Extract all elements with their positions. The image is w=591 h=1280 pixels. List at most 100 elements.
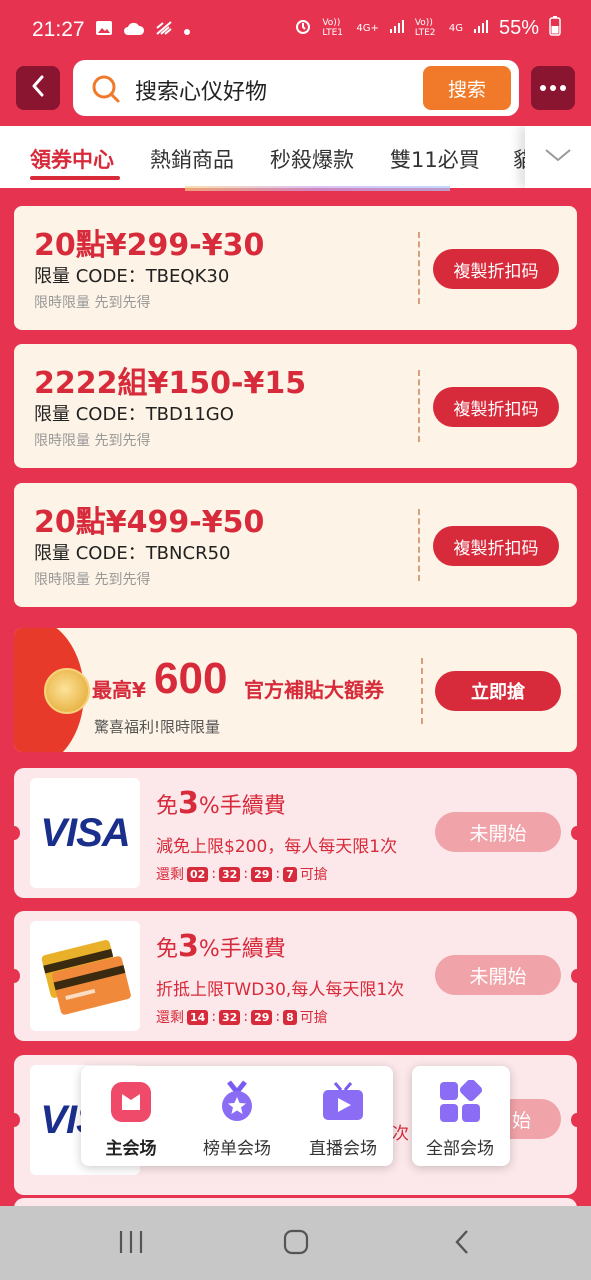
coupon-code: 限量 CODE：TBD11GO bbox=[34, 404, 234, 425]
timer-minutes: 32 bbox=[219, 1009, 241, 1025]
offer-title: 免3%手續費 bbox=[156, 786, 286, 821]
battery-icon bbox=[549, 16, 561, 40]
active-tab-indicator bbox=[30, 176, 120, 180]
more-dot bbox=[560, 85, 566, 91]
cloud-icon bbox=[123, 19, 145, 41]
offer-description: 減免上限$200，每人每天限1次 bbox=[156, 837, 398, 857]
timer-tenths: 8 bbox=[283, 1009, 297, 1025]
coin-icon bbox=[44, 668, 90, 714]
chevron-left-icon bbox=[30, 75, 46, 101]
wifi-off-icon bbox=[155, 19, 173, 41]
more-dot bbox=[540, 85, 546, 91]
offer-title: 免3%手續費 bbox=[156, 929, 286, 964]
back-nav-icon[interactable] bbox=[452, 1228, 472, 1260]
status-bar: 21:27 Vo)) LTE1 4G+ Vo)) LTE2 4G 55% bbox=[0, 0, 591, 60]
payment-offer-card: VISA 免3%手續費 減免上限$200，每人每天限1次 還剩 02: 32: … bbox=[8, 768, 583, 898]
timer-seconds: 29 bbox=[251, 866, 273, 882]
search-input[interactable]: 搜索心仪好物 bbox=[135, 74, 267, 106]
promo-suffix: 官方補貼大額券 bbox=[244, 678, 384, 702]
offer-description: 折抵上限TWD30,每人每天限1次 bbox=[156, 980, 405, 1000]
offer-title-suffix: %手續費 bbox=[198, 794, 286, 819]
coupon-divider bbox=[418, 232, 420, 304]
sim1-label: Vo)) LTE1 bbox=[322, 18, 344, 38]
coupon-title: 2222組¥150-¥15 bbox=[34, 366, 307, 401]
tv-home-icon bbox=[109, 1080, 153, 1124]
more-dot bbox=[550, 85, 556, 91]
credit-cards-icon bbox=[30, 921, 140, 1031]
copy-code-button[interactable]: 複製折扣码 bbox=[433, 249, 559, 289]
timer-seconds: 29 bbox=[251, 1009, 273, 1025]
live-tv-icon bbox=[321, 1080, 365, 1124]
visa-logo: VISA bbox=[30, 778, 140, 888]
venue-nav: 主会场 榜单会场 直播会场 bbox=[81, 1066, 393, 1166]
promo-subtitle: 驚喜福利!限時限量 bbox=[94, 718, 221, 736]
countdown-timer: 還剩 14: 32: 29: 8 可搶 bbox=[156, 1009, 328, 1026]
timer-minutes: 32 bbox=[219, 866, 241, 882]
sim2-label: Vo)) LTE2 bbox=[414, 18, 436, 38]
coupon-title: 20點¥499-¥50 bbox=[34, 505, 265, 540]
chevron-down-icon bbox=[544, 147, 572, 167]
payment-offer-card: 免3%手續費 折抵上限TWD30,每人每天限1次 還剩 14: 32: 29: … bbox=[8, 911, 583, 1041]
nav-label: 直播会场 bbox=[309, 1139, 377, 1159]
not-started-button[interactable]: 未開始 bbox=[435, 812, 561, 852]
not-started-button[interactable]: 未開始 bbox=[435, 955, 561, 995]
status-icons bbox=[95, 19, 191, 41]
coupon-note: 限時限量 先到先得 bbox=[34, 572, 151, 588]
more-button[interactable] bbox=[531, 66, 575, 110]
battery-percent: 55% bbox=[498, 16, 539, 39]
offer-title-prefix: 免 bbox=[156, 937, 179, 962]
ticket-notch bbox=[8, 969, 20, 983]
status-time: 21:27 bbox=[32, 18, 85, 41]
nav-label: 全部会场 bbox=[426, 1139, 494, 1159]
copy-code-button[interactable]: 複製折扣码 bbox=[433, 387, 559, 427]
ticket-notch bbox=[8, 1113, 20, 1127]
back-button[interactable] bbox=[16, 66, 60, 110]
system-nav-bar bbox=[0, 1206, 591, 1280]
promo-amount: 600 bbox=[154, 654, 228, 703]
coupon-code: 限量 CODE：TBEQK30 bbox=[34, 266, 230, 287]
tab-double11[interactable]: 雙11必買 bbox=[390, 144, 480, 174]
search-box[interactable]: 搜索心仪好物 搜索 bbox=[73, 60, 519, 116]
countdown-timer: 還剩 02: 32: 29: 7 可搶 bbox=[156, 866, 328, 883]
network-label-2: 4G bbox=[448, 22, 463, 34]
gallery-icon bbox=[95, 19, 113, 41]
tab-coupon-center[interactable]: 領券中心 bbox=[30, 144, 114, 174]
timer-suffix: 可搶 bbox=[299, 1010, 328, 1026]
network-label-1: 4G+ bbox=[356, 22, 379, 34]
venue-nav-all: 全部会场 bbox=[412, 1066, 510, 1166]
promo-prefix: 最高¥ bbox=[92, 678, 146, 702]
medal-icon bbox=[215, 1080, 259, 1124]
home-icon[interactable] bbox=[283, 1228, 309, 1260]
coupon-divider bbox=[418, 509, 420, 581]
visa-logo-text: VISA bbox=[40, 810, 130, 855]
ticket-notch bbox=[571, 1113, 583, 1127]
ticket-notch bbox=[571, 826, 583, 840]
tab-hot-products[interactable]: 熱銷商品 bbox=[150, 144, 234, 174]
offer-title-number: 3 bbox=[178, 929, 199, 964]
signal-icon bbox=[473, 18, 489, 38]
timer-label: 還剩 bbox=[156, 1010, 184, 1026]
tab-flash-sale[interactable]: 秒殺爆款 bbox=[270, 144, 354, 174]
offer-title-prefix: 免 bbox=[156, 794, 179, 819]
coupon-code: 限量 CODE：TBNCR50 bbox=[34, 543, 231, 564]
button-tail-text: 始 bbox=[511, 1109, 531, 1132]
timer-tenths: 7 bbox=[283, 866, 297, 882]
coupon-divider bbox=[418, 370, 420, 442]
offer-description-tail: 次 bbox=[392, 1124, 409, 1144]
signal-icon bbox=[389, 18, 405, 38]
recent-apps-icon[interactable] bbox=[118, 1228, 144, 1260]
copy-code-button[interactable]: 複製折扣码 bbox=[433, 526, 559, 566]
search-icon bbox=[91, 74, 121, 108]
banner-glow bbox=[185, 186, 450, 191]
ticket-notch bbox=[571, 969, 583, 983]
coupon-card: 20點¥499-¥50 限量 CODE：TBNCR50 限時限量 先到先得 複製… bbox=[14, 483, 577, 607]
nav-label: 主会场 bbox=[105, 1139, 157, 1159]
tabs-expand-button[interactable] bbox=[525, 126, 591, 188]
timer-suffix: 可搶 bbox=[299, 867, 328, 883]
search-button[interactable]: 搜索 bbox=[423, 66, 511, 110]
alarm-icon bbox=[294, 17, 312, 39]
timer-hours: 02 bbox=[187, 866, 209, 882]
header-bar: 搜索心仪好物 搜索 bbox=[0, 60, 591, 126]
grab-now-button[interactable]: 立即搶 bbox=[435, 671, 561, 711]
timer-hours: 14 bbox=[187, 1009, 209, 1025]
